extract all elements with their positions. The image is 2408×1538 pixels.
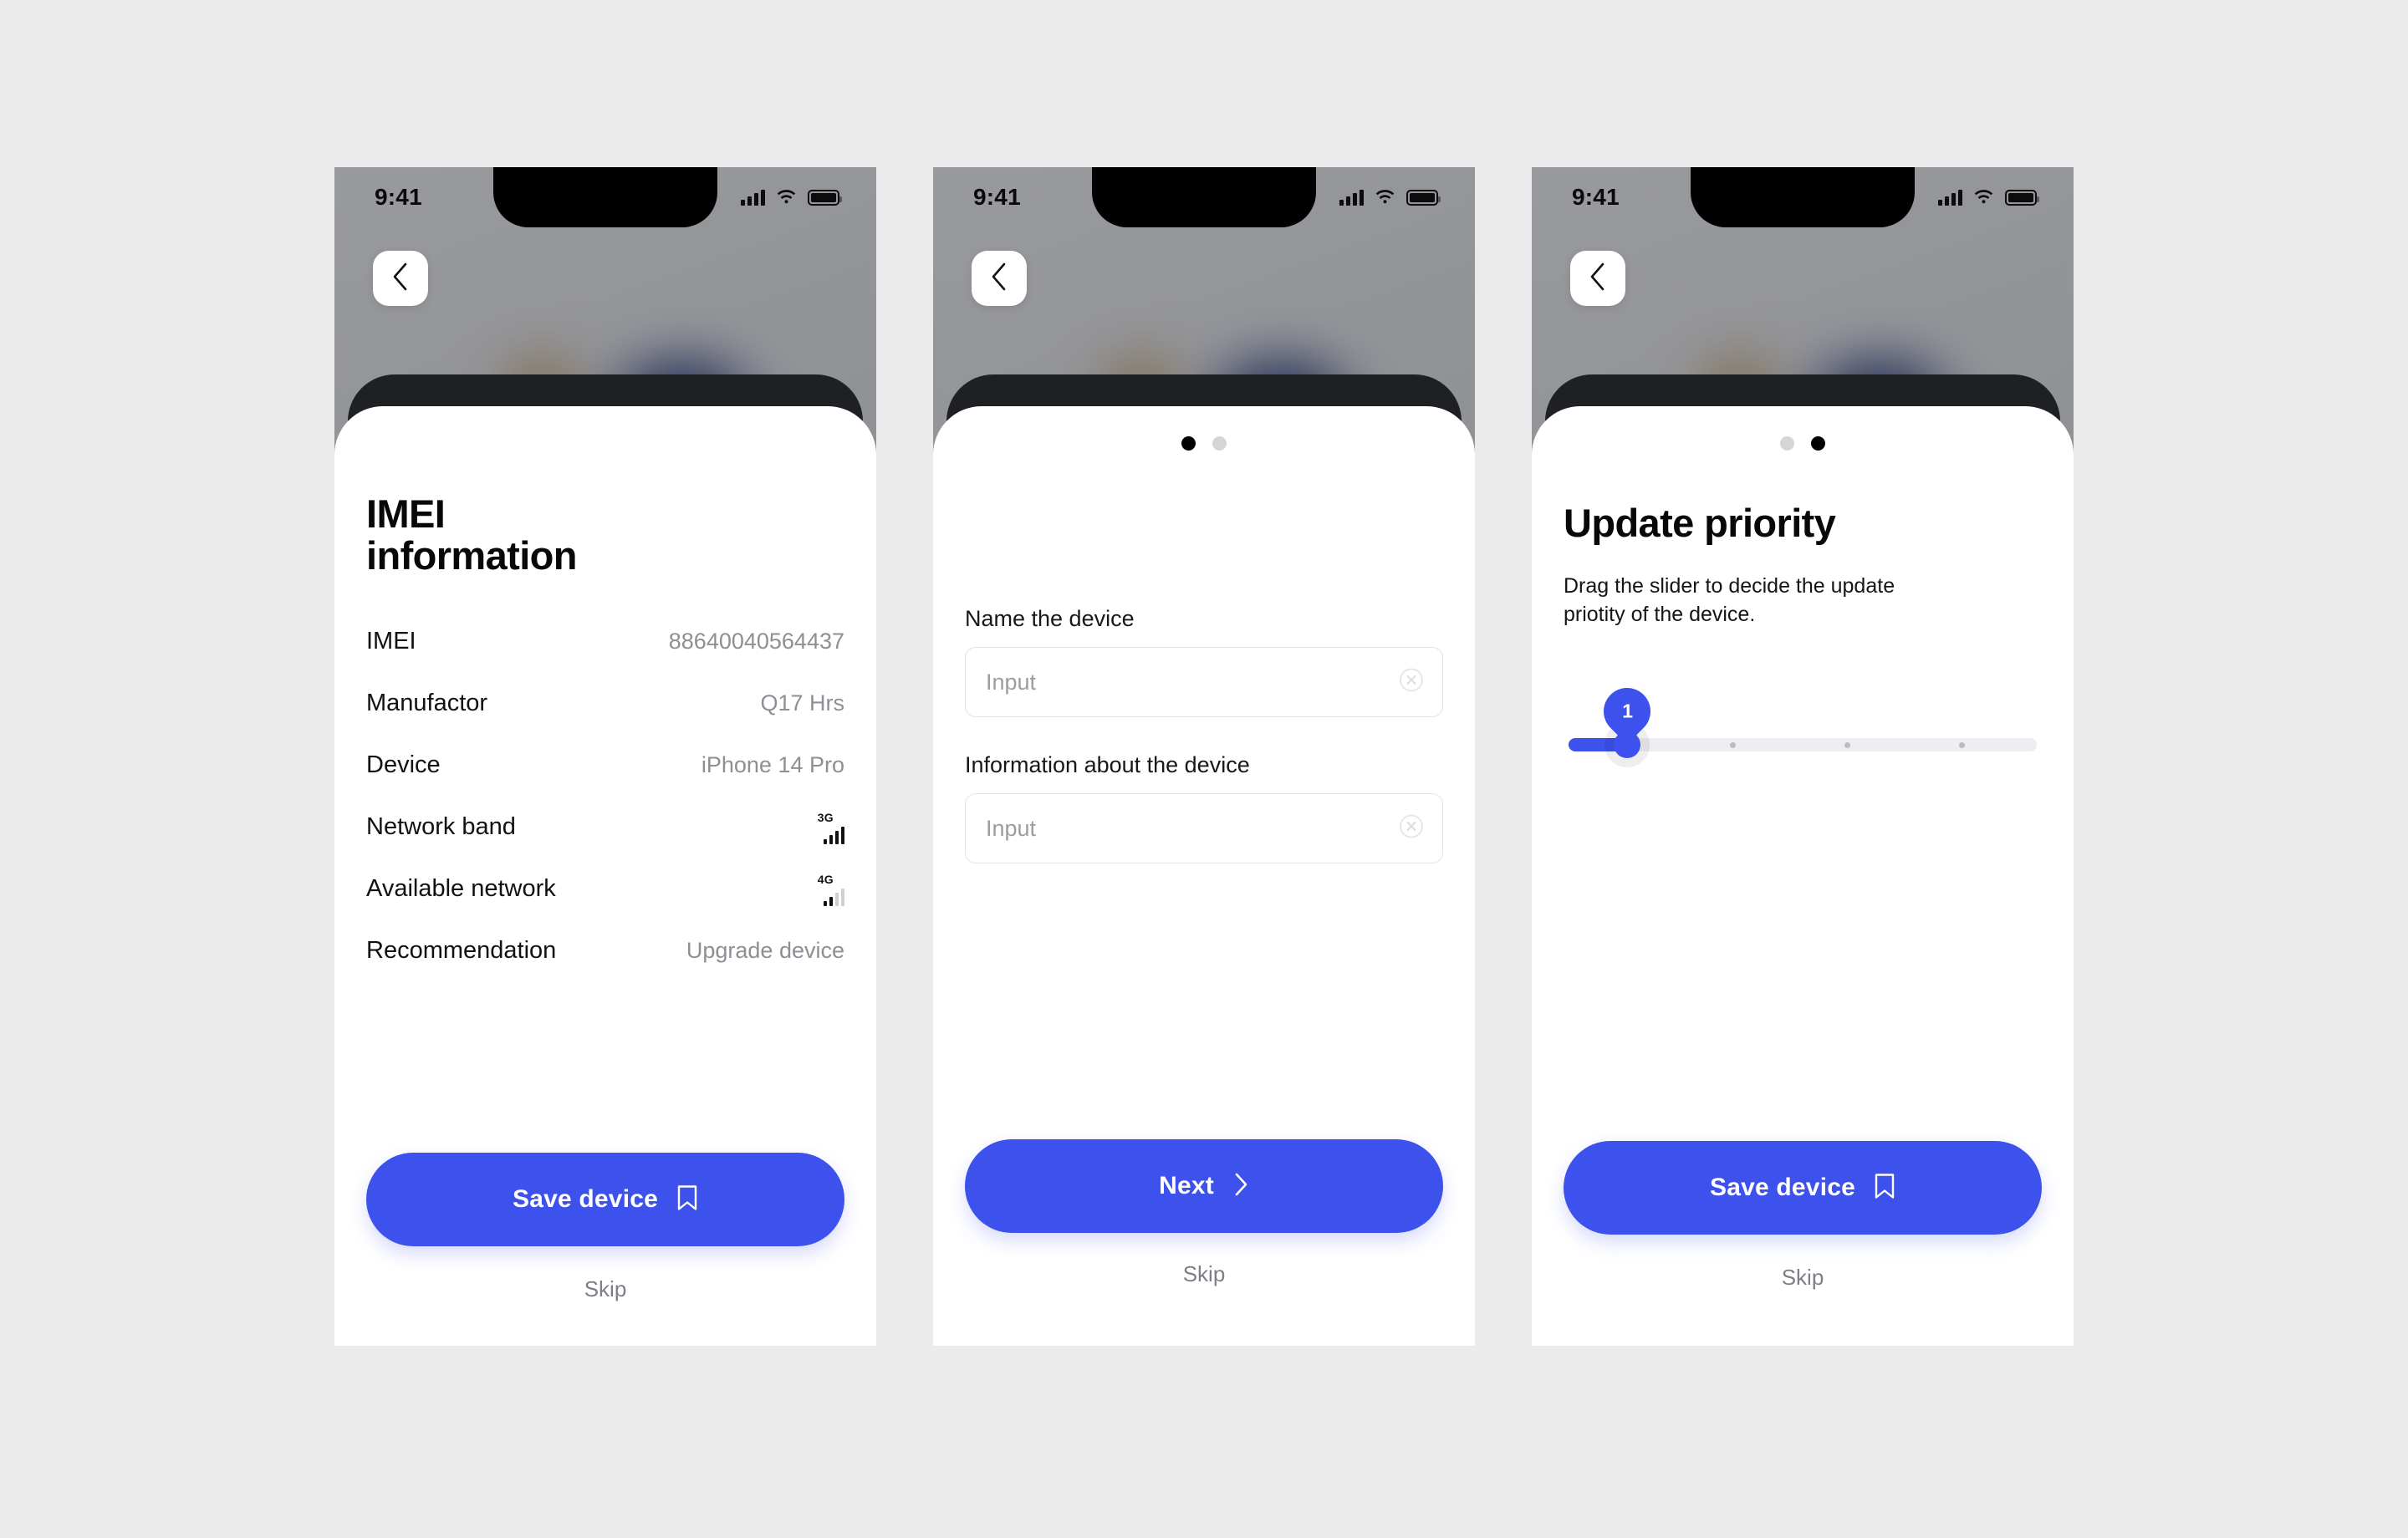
page-description: Drag the slider to decide the update pri… [1564,574,1895,627]
battery-icon [808,189,842,206]
slider-value-label: 1 [1621,700,1633,722]
name-the-device-input-value: Input [986,669,1037,695]
next-button[interactable]: Next [965,1139,1443,1233]
chevron-left-icon [1589,262,1607,295]
status-bar-icons [1938,189,2039,206]
skip-button[interactable]: Skip [1564,1235,2042,1346]
name-the-device-label: Name the device [965,606,1135,631]
cellular-signal-icon [1339,189,1364,206]
cellular-signal-icon [1938,189,1962,206]
status-bar-time: 9:41 [375,184,422,210]
chevron-left-icon [990,262,1008,295]
pagination-dot-1[interactable] [1181,436,1196,451]
clear-circle-icon[interactable] [1399,668,1424,697]
battery-icon [2005,189,2039,206]
network-generation-label: 3G [817,810,834,824]
back-button[interactable] [972,251,1027,306]
table-row: IMEI 88640040564437 [366,611,844,673]
priority-slider[interactable]: 1 [1564,678,2042,775]
pagination-dot-2[interactable] [1212,436,1227,451]
device-notch [493,167,717,227]
page-title-line-2: information [366,533,577,578]
device-form: Name the device Input Information about … [965,606,1443,863]
wifi-icon [1973,189,1994,206]
bookmark-icon [1874,1173,1895,1204]
table-row: Device iPhone 14 Pro [366,735,844,797]
page-title: Update priority [1564,501,1836,545]
row-label: Device [366,751,441,779]
skip-button[interactable]: Skip [366,1246,844,1346]
back-button[interactable] [1570,251,1625,306]
row-value: Upgrade device [686,938,844,964]
device-notch [1691,167,1915,227]
status-bar-icons [741,189,842,206]
flex-spacer [366,982,844,1153]
signal-bars-icon [823,826,844,844]
table-row: Network band 3G [366,797,844,858]
cellular-signal-icon [741,189,765,206]
back-button[interactable] [373,251,428,306]
signal-bars-icon [823,888,844,906]
save-device-label: Save device [1710,1174,1855,1201]
information-about-the-device-label: Information about the device [965,752,1250,777]
network-generation-label: 4G [817,872,834,886]
row-value: Q17 Hrs [760,690,844,716]
phone-screen-name-the-device: 9:41 Name the device Input Information a… [933,167,1475,1346]
content-sheet: Update priority Drag the slider to decid… [1532,406,2074,1346]
save-device-button[interactable]: Save device [366,1153,844,1246]
information-about-the-device-input[interactable]: Input [965,793,1443,863]
status-bar-time: 9:41 [973,184,1021,210]
pagination-dot-1[interactable] [1780,436,1794,451]
row-label: IMEI [366,628,416,655]
row-label: Recommendation [366,937,557,965]
row-label: Network band [366,813,516,841]
row-label: Manufactor [366,690,488,717]
skip-button[interactable]: Skip [965,1233,1443,1346]
pagination-dot-2[interactable] [1811,436,1825,451]
flex-spacer [965,863,1443,1139]
imei-info-list: IMEI 88640040564437 Manufactor Q17 Hrs D… [366,611,844,982]
pagination-dots[interactable] [965,406,1443,451]
content-sheet: Name the device Input Information about … [933,406,1475,1346]
name-the-device-input[interactable]: Input [965,647,1443,717]
next-label: Next [1159,1172,1214,1199]
form-gap [965,717,1443,752]
pagination-dots[interactable] [1564,406,2042,451]
save-device-label: Save device [513,1185,658,1213]
row-value: iPhone 14 Pro [701,752,844,778]
table-row: Manufactor Q17 Hrs [366,673,844,735]
slider-tick [1959,741,1965,748]
clear-circle-icon[interactable] [1399,814,1424,843]
slider-value-bubble: 1 [1594,678,1661,745]
available-network-signal-icon: 4G [818,873,844,906]
wifi-icon [776,189,797,206]
table-row: Available network 4G [366,858,844,920]
phone-screen-update-priority: 9:41 Update priority Drag the slider to … [1532,167,2074,1346]
table-row: Recommendation Upgrade device [366,920,844,982]
save-device-button[interactable]: Save device [1564,1141,2042,1235]
battery-icon [1406,189,1441,206]
bookmark-icon [676,1184,698,1215]
chevron-right-icon [1232,1172,1249,1201]
wifi-icon [1375,189,1395,206]
slider-tick [1730,741,1736,748]
device-notch [1092,167,1316,227]
slider-tick [1844,741,1850,748]
page-title-line-1: IMEI [366,491,446,536]
row-value: 88640040564437 [668,629,844,654]
screens-canvas: 9:41 IMEI information IMEI 8864004056443… [0,0,2408,1538]
status-bar-time: 9:41 [1572,184,1620,210]
status-bar-icons [1339,189,1441,206]
network-band-signal-icon: 3G [818,811,844,844]
content-sheet: IMEI information IMEI 88640040564437 Man… [334,406,876,1346]
flex-spacer [1564,775,2042,1141]
phone-screen-imei-information: 9:41 IMEI information IMEI 8864004056443… [334,167,876,1346]
chevron-left-icon [391,262,410,295]
information-about-the-device-input-value: Input [986,815,1037,841]
row-label: Available network [366,875,556,903]
page-title: IMEI information [366,491,844,578]
